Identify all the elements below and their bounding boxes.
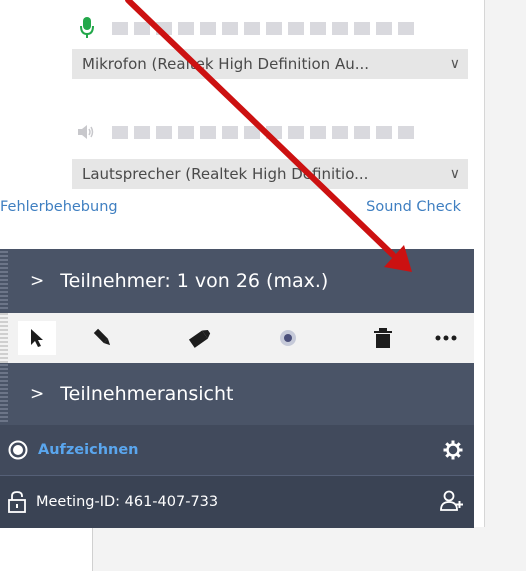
participant-view-header-label: Teilnehmeransicht [60,383,234,405]
microphone-select-value: Mikrofon (Realtek High Definition Au... [82,55,370,73]
meeting-id[interactable]: Meeting-ID: 461-407-733 [36,494,218,510]
speaker-select-value: Lautsprecher (Realtek High Definitio... [82,165,369,183]
record-button[interactable]: Aufzeichnen [38,442,139,458]
pointer-icon[interactable] [21,322,53,354]
pen-icon[interactable] [87,322,119,354]
sound-check-link[interactable]: Sound Check [366,199,461,215]
speaker-select[interactable]: Lautsprecher (Realtek High Definitio... … [72,159,468,189]
participants-header-label: Teilnehmer: 1 von 26 (max.) [60,270,329,292]
microphone-icon [76,17,98,39]
record-bar: Aufzeichnen [0,425,474,475]
more-icon[interactable] [426,322,466,354]
highlighter-icon[interactable] [184,322,216,354]
chevron-down-icon: ∨ [449,56,460,72]
audio-section: Mikrofon (Realtek High Definition Au... … [0,0,474,249]
participant-view-header[interactable]: > Teilnehmeransicht [0,364,474,424]
record-icon[interactable] [8,440,28,464]
content-area-right [484,0,526,571]
trash-icon[interactable] [367,322,399,354]
control-panel: Mikrofon (Realtek High Definition Au... … [0,0,474,528]
annotation-toolbar [0,313,474,363]
speaker-level-meter [76,121,420,143]
audio-links: Fehlerbehebung Sound Check [0,199,474,221]
microphone-select[interactable]: Mikrofon (Realtek High Definition Au... … [72,49,468,79]
troubleshoot-link[interactable]: Fehlerbehebung [0,199,118,215]
microphone-level-meter [76,17,420,39]
unlock-icon[interactable] [8,491,26,517]
add-user-icon[interactable] [440,490,464,516]
participants-header[interactable]: > Teilnehmer: 1 von 26 (max.) [0,251,474,311]
chevron-down-icon: ∨ [449,166,460,182]
gear-icon[interactable] [443,440,463,464]
participants-section: > Teilnehmer: 1 von 26 (max.) [0,249,474,313]
laser-pointer-icon[interactable] [272,322,304,354]
chevron-right-icon: > [30,271,45,291]
participant-view-section: > Teilnehmeransicht [0,363,474,425]
speaker-icon [76,121,98,143]
content-area-bottom [92,527,526,571]
meeting-info-bar: Meeting-ID: 461-407-733 [0,475,474,528]
chevron-right-icon: > [30,384,45,404]
